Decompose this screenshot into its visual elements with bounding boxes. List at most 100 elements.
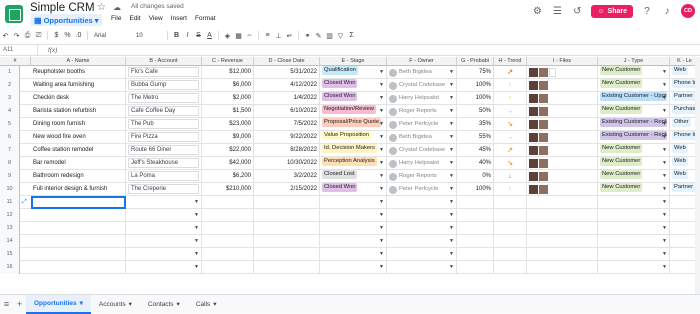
dropdown-arrow-icon[interactable]: ▼ [379,222,384,235]
percent-icon[interactable]: % [62,32,73,39]
cell-close-date[interactable]: 6/10/2022 [254,105,320,118]
cell-type[interactable]: New Customer ▼ [598,157,670,170]
row-number[interactable]: 5 [0,118,20,131]
row-number[interactable]: 14 [0,235,20,248]
cell-trend[interactable]: ↗ [494,66,527,79]
row-number[interactable]: 13 [0,222,20,235]
empty-cell[interactable]: ▼ [387,209,457,222]
column-header[interactable]: F - Owner [387,57,457,66]
dropdown-arrow-icon[interactable]: ▼ [662,118,667,131]
image-thumbnail[interactable] [539,81,548,90]
row-number[interactable]: 16 [0,261,20,274]
select-all-corner[interactable]: # [0,57,31,66]
empty-cell[interactable] [254,235,320,248]
empty-cell[interactable] [202,261,254,274]
cell-stage[interactable]: Closed Won ▼ [320,183,387,196]
cell-files[interactable] [527,66,598,79]
dropdown-arrow-icon[interactable]: ▼ [662,131,667,144]
dropdown-arrow-icon[interactable]: ▼ [662,196,667,209]
cell-files[interactable] [527,118,598,131]
cell-account[interactable]: Flo's Cafe [126,66,202,79]
cell-revenue[interactable]: $1,500 [202,105,254,118]
cell-revenue[interactable]: $6,000 [202,79,254,92]
document-title[interactable]: Simple CRM [30,2,95,14]
cell-type[interactable]: Existing Customer - Replacement▼ [598,131,670,144]
image-thumbnail[interactable] [529,68,538,77]
image-thumbnail[interactable] [529,94,538,103]
empty-cell[interactable]: ▼ [387,261,457,274]
cell-probability[interactable]: 40% [457,157,494,170]
dropdown-arrow-icon[interactable]: ▼ [662,248,667,261]
dropdown-arrow-icon[interactable]: ▼ [379,170,384,183]
cell-owner[interactable]: Peter Perfcycle ▼ [387,183,457,196]
image-thumbnail[interactable] [529,107,538,116]
avatar[interactable]: CD [681,4,695,18]
align-left-icon[interactable]: ≡ [262,32,273,39]
column-header[interactable]: E - Stage [320,57,387,66]
cell-stage[interactable]: Value Proposition ▼ [320,131,387,144]
dropdown-arrow-icon[interactable]: ▼ [194,235,199,248]
cell-account[interactable]: The Metro [126,92,202,105]
row-number[interactable]: 10 [0,183,20,196]
add-sheet-icon[interactable]: + [13,299,26,309]
column-header[interactable]: I - Files [527,57,598,66]
image-thumbnail[interactable] [539,172,548,181]
merge-icon[interactable]: ⇔ [244,32,255,39]
row-number[interactable]: 15 [0,248,20,261]
row-number[interactable]: 8 [0,157,20,170]
sheet-tab-contacts[interactable]: Contacts ▾ [140,295,188,314]
dropdown-arrow-icon[interactable]: ▼ [379,235,384,248]
cell-name[interactable]: Bathroom redesign [31,170,126,183]
cell-trend[interactable]: ↑ [494,79,527,92]
image-thumbnail[interactable] [539,120,548,129]
dropdown-arrow-icon[interactable]: ▼ [379,118,384,131]
cell-owner[interactable]: Crystal Codebase ▼ [387,79,457,92]
cell-stage[interactable]: Proposal/Price Quote ▼ [320,118,387,131]
dropdown-arrow-icon[interactable]: ▼ [662,92,667,105]
dropdown-arrow-icon[interactable]: ▼ [379,66,384,79]
sheet-selector[interactable]: ▦ Opportunities ▾ [31,14,102,26]
dropdown-arrow-icon[interactable]: ▼ [379,261,384,274]
empty-cell[interactable] [527,209,598,222]
cell-name[interactable]: Waiting area furnishing [31,79,126,92]
cell-type[interactable]: New Customer ▼ [598,105,670,118]
image-thumbnail[interactable] [529,133,538,142]
font-select[interactable]: Arial [91,33,136,39]
image-thumbnail[interactable] [539,133,548,142]
cell-trend[interactable]: → [494,105,527,118]
text-color-icon[interactable]: A [204,32,215,39]
cell-name[interactable]: Dining room furnish [31,118,126,131]
dropdown-arrow-icon[interactable]: ▼ [449,79,454,92]
cell-probability[interactable]: 100% [457,92,494,105]
cell-revenue[interactable]: $210,000 [202,183,254,196]
cell-owner[interactable]: Harry Helpsalot ▼ [387,157,457,170]
dropdown-arrow-icon[interactable]: ▼ [449,105,454,118]
cell-type[interactable]: Existing Customer - Upgrade▼ [598,92,670,105]
cell-close-date[interactable]: 4/12/2022 [254,79,320,92]
empty-cell[interactable] [494,196,527,209]
cell-trend[interactable]: ↑ [494,183,527,196]
cell-trend[interactable]: ↗ [494,144,527,157]
dropdown-arrow-icon[interactable]: ▼ [662,157,667,170]
cell-files[interactable] [527,79,598,92]
empty-cell[interactable] [202,222,254,235]
cell-stage[interactable]: Closed Won ▼ [320,79,387,92]
empty-cell[interactable] [494,248,527,261]
all-sheets-icon[interactable]: ≡ [0,299,13,309]
empty-cell[interactable] [457,209,494,222]
empty-cell[interactable] [494,261,527,274]
borders-icon[interactable]: ▦ [233,32,244,40]
image-thumbnail[interactable] [539,107,548,116]
cell-files[interactable] [527,131,598,144]
dropdown-arrow-icon[interactable]: ▼ [194,248,199,261]
dropdown-arrow-icon[interactable]: ▼ [379,79,384,92]
row-number[interactable]: 6 [0,131,20,144]
cell-trend[interactable]: ↘ [494,118,527,131]
dropdown-arrow-icon[interactable]: ▼ [662,66,667,79]
cell-stage[interactable]: Perception Analysis ▼ [320,157,387,170]
dropdown-arrow-icon[interactable]: ▼ [449,183,454,196]
menu-insert[interactable]: Insert [167,15,191,22]
cell-stage[interactable]: Negotiation/Review ▼ [320,105,387,118]
dropdown-arrow-icon[interactable]: ▼ [449,170,454,183]
cell-type[interactable]: New Customer ▼ [598,183,670,196]
